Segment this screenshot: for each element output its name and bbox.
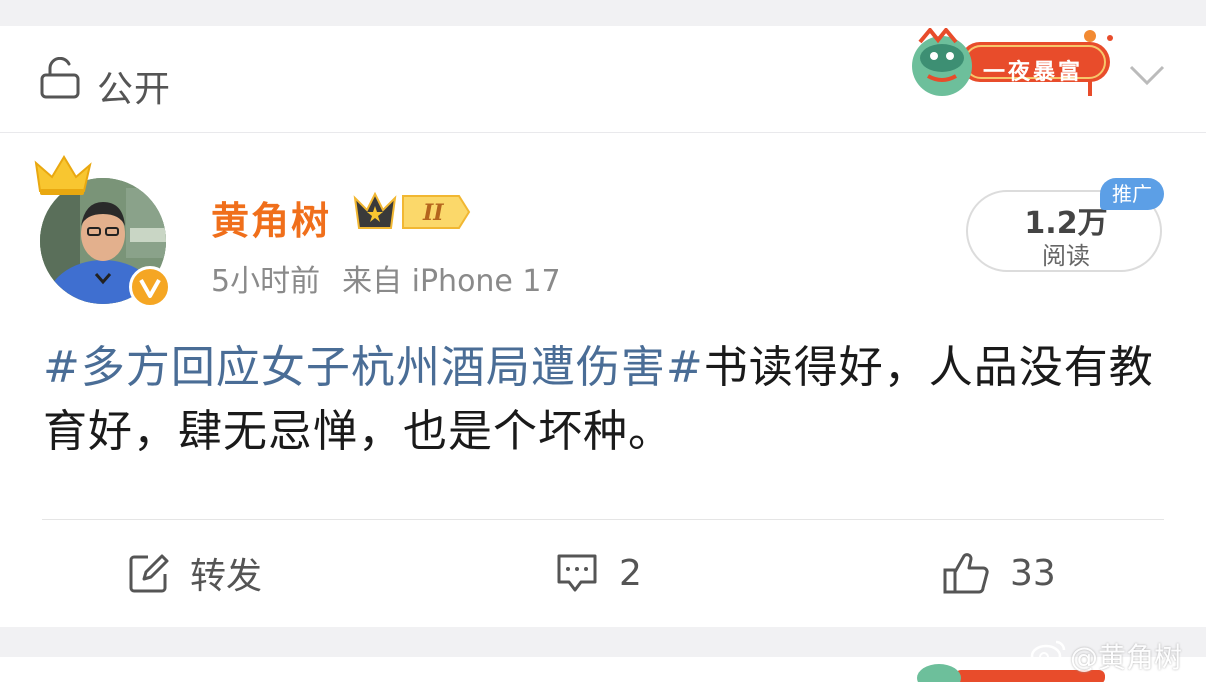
lock-icon <box>40 57 80 99</box>
comment-icon <box>557 554 597 592</box>
repost-button[interactable]: 转发 <box>128 548 262 598</box>
top-spacer <box>0 0 1206 26</box>
like-icon <box>943 553 989 594</box>
like-button[interactable]: 33 <box>942 548 1056 598</box>
promo-tag[interactable]: 推广 <box>1100 178 1164 210</box>
comment-button[interactable]: 2 <box>555 548 642 598</box>
hashtag-link[interactable]: #多方回应女子杭州酒局遭伤害# <box>43 342 704 393</box>
divider <box>42 519 1164 520</box>
privacy-label[interactable]: 公开 <box>97 60 171 112</box>
post-body[interactable]: #多方回应女子杭州酒局遭伤害#书读得好，人品没有教育好，肆无忌惮，也是个坏种。 <box>43 336 1163 464</box>
crown-icon <box>34 155 92 195</box>
username[interactable]: 黄角树 <box>211 190 331 245</box>
rank-text: II <box>422 200 444 226</box>
verified-badge-icon <box>129 266 171 308</box>
rank-crown-icon[interactable]: II <box>353 190 471 234</box>
like-count: 33 <box>1010 552 1056 594</box>
repost-label: 转发 <box>190 556 263 597</box>
watermark: @黄角树 <box>1070 641 1183 674</box>
weibo-logo-icon <box>1030 640 1066 668</box>
card-separator <box>0 627 1206 657</box>
post-meta: 5小时前 来自 iPhone 17 <box>211 256 583 300</box>
post-time: 5小时前 <box>211 264 321 299</box>
reads-label: 阅读 <box>1042 242 1090 270</box>
chevron-down-icon[interactable] <box>1128 63 1166 87</box>
repost-icon <box>129 554 169 593</box>
comment-count: 2 <box>619 552 642 594</box>
post-source[interactable]: 来自 iPhone 17 <box>342 264 561 299</box>
badge-text: 一夜暴富 <box>983 60 1084 85</box>
